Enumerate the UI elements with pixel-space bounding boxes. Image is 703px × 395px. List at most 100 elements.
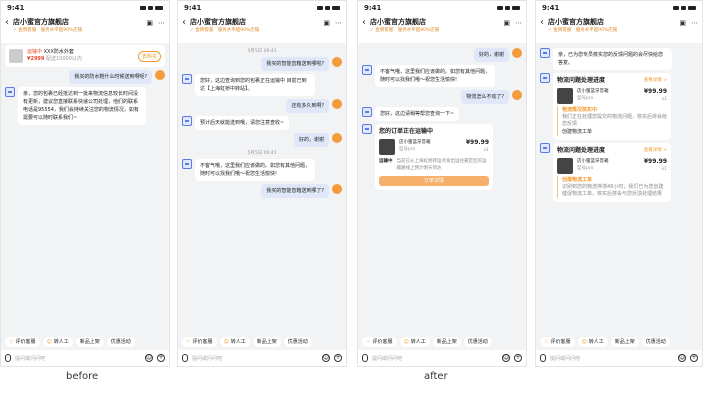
quick-actions: ☆ 评价客服 ☺ 转人工 新品上架 优惠活动 [536, 334, 702, 350]
chat-area: 运输中 XXX防水外套 ¥2999 配送10000以内 去购买 我买的防水鞋什么时… [1, 43, 169, 130]
bot-avatar [362, 107, 372, 117]
buy-button[interactable]: 去购买 [137, 50, 161, 62]
quick-new[interactable]: 新品上架 [432, 337, 461, 347]
timeline-step: 创建物流工单 [562, 177, 593, 183]
progress-card-title: 物流问题处理进度 [557, 77, 606, 84]
message-row: 预计后天就能送到哦，请您注意查收~ [182, 116, 342, 130]
emoji-icon[interactable]: ☺ [322, 354, 330, 362]
progress-card-title: 物流问题处理进度 [557, 147, 606, 154]
view-details-link[interactable]: 查看详情 > [644, 147, 667, 155]
quick-label: 转人工 [53, 339, 69, 345]
shop-title[interactable]: 店小蜜官方旗舰店 [190, 17, 319, 27]
chat-header: ‹ 店小蜜官方旗舰店 ✓ 金牌客服 服务水平超90%店铺 ▣ ⋯ [536, 15, 702, 43]
progress-timeline: 创建物流工单 识别到您的物流停滞48小时，我们已为您创建催促物流工单，核实后将会与… [557, 176, 667, 198]
back-icon[interactable]: ‹ [182, 17, 186, 29]
product-extra: 配送10000以内 [46, 56, 82, 62]
microphone-icon[interactable] [182, 354, 188, 362]
microphone-icon[interactable] [5, 354, 11, 362]
quick-actions: ☆ 评价客服 ☺ 转人工 新品上架 优惠活动 [1, 334, 169, 350]
bot-avatar [182, 116, 192, 126]
status-icons [673, 6, 696, 10]
person-icon: ☺ [403, 339, 409, 345]
product-price: ¥99.99 [643, 88, 667, 95]
message-row: 我买的智能音箱送到哪啦? [182, 57, 342, 71]
progress-timeline: 物流情况核实中 我们正在处理您提交的物流问题，核实后将会给您反馈 创建物流工单 [557, 106, 667, 136]
back-icon[interactable]: ‹ [540, 17, 544, 29]
quick-rate[interactable]: ☆ 评价客服 [182, 337, 217, 347]
store-icon[interactable]: ▣ [679, 17, 686, 29]
quick-human[interactable]: ☺ 转人工 [577, 337, 608, 347]
store-icon[interactable]: ▣ [146, 17, 153, 29]
star-icon: ☆ [544, 339, 549, 345]
person-icon: ☺ [46, 339, 52, 345]
emoji-icon[interactable]: ☺ [678, 354, 686, 362]
bot-avatar [540, 143, 550, 153]
quick-new[interactable]: 新品上架 [252, 337, 281, 347]
shop-title[interactable]: 店小蜜官方旗舰店 [548, 17, 675, 27]
product-card[interactable]: 运输中 XXX防水外套 ¥2999 配送10000以内 去购买 [5, 45, 165, 67]
quick-label: 优惠活动 [287, 339, 308, 345]
chat-area: 亲，已为您专员核实您的反馈问题的会尽快给您答复。 物流问题处理进度 查看详情 > … [536, 43, 702, 207]
chat-area: 好的，谢谢 不客气哦，这里我们应该做的。如您有其他问题，随时可以找我们哦～祝您生… [358, 43, 526, 195]
message-input[interactable]: 提问或问问吧 [550, 355, 674, 362]
plus-icon[interactable]: + [157, 354, 165, 362]
store-icon[interactable]: ▣ [323, 17, 330, 29]
screen-before-2: 9:41 ‹ 店小蜜官方旗舰店 ✓ 金牌客服 服务水平超90%店铺 ▣ ⋯ 5月5日… [177, 0, 347, 367]
plus-icon[interactable]: + [690, 354, 698, 362]
plus-icon[interactable]: + [334, 354, 342, 362]
quick-new[interactable]: 新品上架 [75, 337, 104, 347]
product-image [557, 88, 573, 104]
more-icon[interactable]: ⋯ [335, 17, 342, 29]
quick-human[interactable]: ☺ 转人工 [399, 337, 430, 347]
emoji-icon[interactable]: ☺ [502, 354, 510, 362]
view-details-link[interactable]: 查看详情 > [644, 77, 667, 85]
shop-subtitle: ✓ 金牌客服 服务水平超90%店铺 [370, 28, 440, 33]
order-detail-button[interactable]: 订单详情 [379, 176, 489, 186]
quick-label: 优惠活动 [467, 339, 488, 345]
bot-message: 不客气哦，这里我们应该做的。如您有其他问题，随时可以找我们哦～祝您生活愉快! [375, 65, 495, 87]
progress-card: 物流问题处理进度 查看详情 > 店小蜜蓝牙音箱 型号pro ¥99.99 x1 物流情况… [553, 73, 671, 140]
input-bar: 提问或问问吧 ☺ + [178, 350, 346, 366]
store-icon[interactable]: ▣ [503, 17, 510, 29]
quick-promo[interactable]: 优惠活动 [283, 337, 312, 347]
more-icon[interactable]: ⋯ [691, 17, 698, 29]
quick-promo[interactable]: 优惠活动 [463, 337, 492, 347]
back-icon[interactable]: ‹ [5, 17, 9, 29]
quick-rate[interactable]: ☆ 评价客服 [362, 337, 397, 347]
timeline-desc: 我们正在处理您提交的物流问题，核实后将会给您反馈 [562, 114, 668, 127]
timeline-desc: 识别到您的物流停滞48小时，我们已为您创建催促物流工单，核实后将会与您反馈处理结… [562, 184, 664, 197]
user-avatar [155, 70, 165, 80]
microphone-icon[interactable] [540, 354, 546, 362]
quick-human[interactable]: ☺ 转人工 [219, 337, 250, 347]
quick-rate[interactable]: ☆ 评价客服 [540, 337, 575, 347]
message-input[interactable]: 提问或问问吧 [192, 355, 318, 362]
chat-area: 5月5日 09:41 我买的智能音箱送到哪啦? 您好，这边查询到您的包裹正在运输… [178, 43, 346, 203]
order-detail: 当前已从上海虹桥转运点发出运往嘉定区的运输路线上预计明天到达 [396, 159, 487, 171]
shop-title[interactable]: 店小蜜官方旗舰店 [13, 17, 142, 27]
plus-icon[interactable]: + [514, 354, 522, 362]
message-row: 您好，这边查询到您的包裹正在运输中 目前已到达【上海虹桥中转站】。 [182, 74, 342, 96]
input-bar: 提问或问问吧 ☺ + [1, 350, 169, 366]
order-card: 您的订单正在运输中 店小蜜蓝牙音箱 型号pro ¥99.99 x1 运输中 当前已从上海… [375, 124, 493, 190]
microphone-icon[interactable] [362, 354, 368, 362]
quick-promo[interactable]: 优惠活动 [641, 337, 670, 347]
shop-title[interactable]: 店小蜜官方旗舰店 [370, 17, 499, 27]
emoji-icon[interactable]: ☺ [145, 354, 153, 362]
quick-new[interactable]: 新品上架 [610, 337, 639, 347]
product-qty: x1 [483, 148, 489, 153]
user-avatar [332, 99, 342, 109]
message-row: 亲，已为您专员核实您的反馈问题的会尽快给您答复。 [540, 48, 698, 70]
quick-rate[interactable]: ☆ 评价客服 [5, 337, 40, 347]
quick-label: 新品上架 [79, 339, 100, 345]
message-row: 我买的防水鞋什么时候送到啊呢? [5, 70, 165, 84]
quick-human[interactable]: ☺ 转人工 [42, 337, 73, 347]
more-icon[interactable]: ⋯ [158, 17, 165, 29]
more-icon[interactable]: ⋯ [515, 17, 522, 29]
message-input[interactable]: 提问或问问吧 [372, 355, 498, 362]
back-icon[interactable]: ‹ [362, 17, 366, 29]
bot-avatar [182, 159, 192, 169]
progress-card: 物流问题处理进度 查看详情 > 店小蜜蓝牙音箱 型号pro ¥99.99 x1 创建物流… [553, 143, 671, 202]
message-input[interactable]: 提问或问问吧 [15, 355, 141, 362]
quick-promo[interactable]: 优惠活动 [106, 337, 135, 347]
bottom-bar: ☆ 评价客服 ☺ 转人工 新品上架 优惠活动 提问或问问吧 ☺ + [178, 334, 346, 366]
